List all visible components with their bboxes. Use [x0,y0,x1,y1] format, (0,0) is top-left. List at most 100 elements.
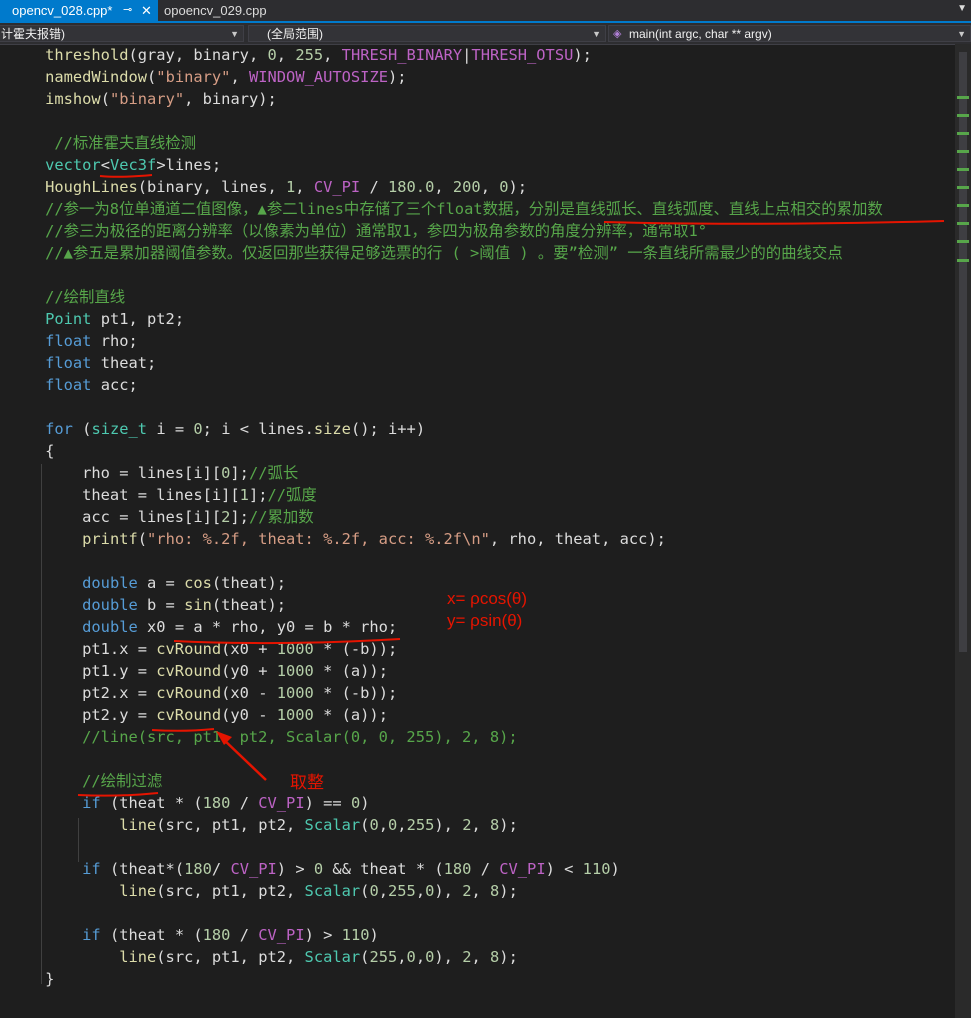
code-token: , binary); [184,90,277,108]
code-token: if [82,794,101,812]
code-line[interactable]: printf("rho: %.2f, theat: %.2f, acc: %.2… [8,528,666,550]
code-token: , [415,948,426,966]
code-token: ]; [230,508,249,526]
code-token: ); [499,882,518,900]
scroll-marker [957,204,969,207]
code-token: line [119,948,157,966]
code-line[interactable]: //▲参五是累加器阈值参数。仅返回那些获得足够选票的行 ( >阈值 ) 。要”检… [8,242,843,264]
code-token: ) > [276,860,314,878]
code-line[interactable]: HoughLines(binary, lines, 1, CV_PI / 180… [8,176,527,198]
code-token: ); [387,68,407,86]
code-line[interactable]: double x0 = a * rho, y0 = b * rho; [8,616,397,638]
code-line[interactable]: line(src, pt1, pt2, Scalar(0,255,0), 2, … [8,880,518,902]
tab-opencv-028[interactable]: opencv_028.cpp* ⊸ ✕ [0,0,158,21]
code-line[interactable]: if (theat*(180/ CV_PI) > 0 && theat * (1… [8,858,620,880]
code-token: 1000 [276,662,314,680]
code-token: (gray, binary, [128,46,268,64]
code-token: , rho, theat, acc); [489,530,666,548]
code-token: pt1.x = [8,640,157,658]
close-icon[interactable]: ✕ [141,0,152,21]
code-token: (x0 + [221,640,277,658]
code-token: cvRound [156,662,222,680]
code-token: 255 [295,46,324,64]
code-line[interactable]: threshold(gray, binary, 0, 255, THRESH_B… [8,44,592,66]
code-token: line [119,882,157,900]
code-line[interactable]: //参一为8位单通道二值图像，▲参二lines中存储了三个float数据，分别是… [8,198,883,220]
code-editor[interactable]: threshold(gray, binary, 0, 255, THRESH_B… [0,44,955,1018]
code-line[interactable]: float theat; [8,352,156,374]
scroll-marker [957,240,969,243]
code-token: if [82,860,101,878]
code-token: pt1, pt2; [91,310,185,328]
code-line[interactable]: imshow("binary", binary); [8,88,277,110]
code-token: , [471,816,491,834]
code-line[interactable]: { [8,440,54,462]
code-token: (); i++) [350,420,426,438]
code-token: , [397,816,407,834]
scope-dropdown[interactable]: (全局范围) ▼ [248,25,606,42]
code-token: 0 [369,882,379,900]
code-line[interactable]: rho = lines[i][0];//弧长 [8,462,298,484]
code-token: 0 [267,46,277,64]
code-line[interactable]: line(src, pt1, pt2, Scalar(0,0,255), 2, … [8,814,518,836]
code-token: 180 [184,860,212,878]
code-line[interactable]: line(src, pt1, pt2, Scalar(255,0,0), 2, … [8,946,518,968]
code-line[interactable]: float rho; [8,330,138,352]
code-line[interactable]: double a = cos(theat); [8,572,286,594]
code-line[interactable]: //参三为极径的距离分辨率（以像素为单位）通常取1，参四为极角参数的角度分辨率，… [8,220,707,242]
code-token: ), [434,882,463,900]
code-line[interactable]: //绘制直线 [8,286,125,308]
code-token: CV_PI [230,860,277,878]
code-line[interactable]: if (theat * (180 / CV_PI) == 0) [8,792,369,814]
project-dropdown[interactable]: 计霍夫报错) ▼ [0,25,244,42]
code-line[interactable]: pt2.x = cvRound(x0 - 1000 * (-b)); [8,682,397,704]
tab-opoencv-029[interactable]: opoencv_029.cpp [158,0,308,21]
code-token: / [360,178,388,196]
annotation-formula-x: x= ρcos(θ) [447,589,528,608]
code-token: double [82,574,138,592]
code-line[interactable]: Point pt1, pt2; [8,308,184,330]
vertical-scrollbar[interactable] [955,44,971,1018]
code-token: ) [610,860,620,878]
code-token: "rho: %.2f, theat: %.2f, acc: %.2f\n" [147,530,490,548]
code-token: double [82,596,138,614]
code-token: 255 [369,948,398,966]
code-token: , [434,178,453,196]
member-label: main(int argc, char ** argv) [629,27,772,41]
code-line[interactable]: pt1.y = cvRound(y0 + 1000 * (a)); [8,660,388,682]
scroll-marker [957,132,969,135]
code-token: //绘制过滤 [8,772,163,790]
code-token: , [295,178,314,196]
code-token: HoughLines [45,178,138,196]
code-line[interactable]: //line(src, pt1, pt2, Scalar(0, 0, 255),… [8,726,518,748]
code-line[interactable]: theat = lines[i][1];//弧度 [8,484,317,506]
code-token: 1000 [276,640,314,658]
code-line[interactable]: } [8,968,54,990]
code-line[interactable]: //标准霍夫直线检测 [8,132,196,154]
code-token: WINDOW_AUTOSIZE [248,68,388,86]
code-token: CV_PI [499,860,546,878]
code-line[interactable]: acc = lines[i][2];//累加数 [8,506,314,528]
code-token: (x0 - [221,684,277,702]
code-token: //参三为极径的距离分辨率（以像素为单位）通常取1，参四为极角参数的角度分辨率，… [8,222,708,240]
code-token: * (-b)); [313,640,398,658]
scrollbar-thumb[interactable] [959,52,967,652]
code-line[interactable]: pt2.y = cvRound(y0 - 1000 * (a)); [8,704,388,726]
code-line[interactable]: vector<Vec3f>lines; [8,154,221,176]
code-line[interactable]: namedWindow("binary", WINDOW_AUTOSIZE); [8,66,407,88]
code-line[interactable]: //绘制过滤 [8,770,162,792]
code-line[interactable]: if (theat * (180 / CV_PI) > 110) [8,924,379,946]
code-line[interactable]: pt1.x = cvRound(x0 + 1000 * (-b)); [8,638,397,660]
code-line[interactable]: double b = sin(theat); [8,594,286,616]
member-dropdown[interactable]: ◈ main(int argc, char ** argv) ▼ [608,25,971,42]
code-line[interactable]: float acc; [8,374,138,396]
code-token: 0 [221,464,231,482]
pin-icon[interactable]: ⊸ [123,0,132,21]
code-token: 110 [341,926,370,944]
code-token: b = [137,596,185,614]
tab-list-dropdown-icon[interactable]: ▼ [957,3,967,14]
code-line[interactable]: for (size_t i = 0; i < lines.size(); i++… [8,418,425,440]
